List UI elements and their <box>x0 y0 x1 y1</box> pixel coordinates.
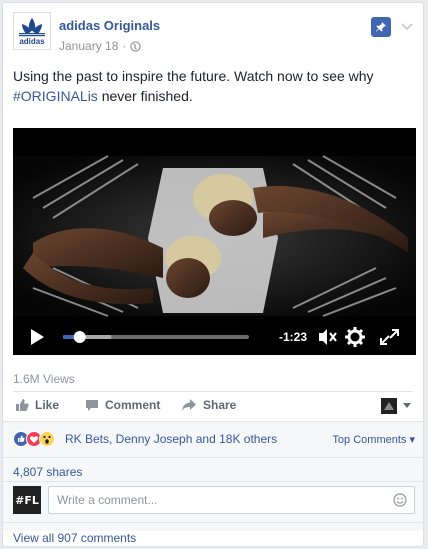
post-text-start: Using the past to inspire the future. Wa… <box>13 68 374 84</box>
reaction-icons <box>13 431 55 447</box>
top-comments-label: Top Comments <box>332 434 407 446</box>
hashtag-link[interactable]: #ORIGINALis <box>13 88 98 104</box>
comment-bubble-icon <box>86 400 98 411</box>
play-button[interactable] <box>31 329 44 345</box>
meta-separator: · <box>122 39 127 53</box>
emoji-icon[interactable] <box>393 493 407 507</box>
caret-down-icon: ▾ <box>409 434 415 446</box>
post-message: Using the past to inspire the future. Wa… <box>13 66 413 106</box>
divider <box>13 391 413 392</box>
comment-label: Comment <box>105 398 161 412</box>
shares-count[interactable]: 4,807 shares <box>13 465 82 479</box>
video-control-bar: -1:23 <box>31 327 399 347</box>
reactors-names[interactable]: RK Bets, Denny Joseph and 18K others <box>65 432 277 446</box>
posting-as-avatar <box>381 398 397 414</box>
comment-input[interactable] <box>48 486 415 514</box>
top-comments-dropdown[interactable]: Top Comments ▾ <box>332 433 415 446</box>
posting-as-selector[interactable] <box>381 398 411 414</box>
time-remaining: -1:23 <box>279 330 307 344</box>
reactions-summary[interactable]: RK Bets, Denny Joseph and 18K others <box>13 431 277 447</box>
pin-icon <box>376 22 386 32</box>
divider <box>3 481 423 482</box>
post-card: adidas adidas Originals January 18 · Usi… <box>2 2 424 547</box>
view-all-comments-link[interactable]: View all 907 comments <box>13 531 136 545</box>
page-avatar[interactable]: adidas <box>13 12 51 50</box>
seek-handle[interactable] <box>73 331 86 343</box>
post-options-button[interactable] <box>401 20 413 34</box>
speaker-muted-icon <box>319 329 337 345</box>
logo-wordmark: adidas <box>19 37 45 46</box>
expand-icon <box>380 329 399 345</box>
post-actions: Like Comment Share <box>13 398 413 418</box>
divider <box>3 457 423 458</box>
caret-down-icon <box>403 403 411 408</box>
video-player[interactable]: -1:23 <box>13 128 416 355</box>
adidas-trefoil-logo: adidas <box>19 18 45 46</box>
wow-reaction-icon <box>39 431 55 447</box>
reactions-and-comments: RK Bets, Denny Joseph and 18K others Top… <box>3 421 423 545</box>
share-button[interactable]: Share <box>181 398 236 412</box>
post-date[interactable]: January 18 <box>59 39 118 53</box>
thumbs-up-icon <box>16 399 29 411</box>
pinned-post-button[interactable] <box>371 17 391 37</box>
like-button[interactable]: Like <box>15 398 59 412</box>
play-icon <box>31 329 44 345</box>
globe-icon[interactable] <box>130 40 142 52</box>
like-label: Like <box>35 398 60 412</box>
comment-button[interactable]: Comment <box>85 398 160 412</box>
divider <box>3 522 423 523</box>
video-controls: -1:23 <box>13 319 416 355</box>
fullscreen-button[interactable] <box>380 329 399 345</box>
view-count: 1.6M Views <box>13 372 75 386</box>
mute-button[interactable] <box>319 329 337 345</box>
chevron-down-icon <box>401 23 413 31</box>
gear-icon <box>345 327 365 347</box>
post-meta: January 18 · <box>59 39 142 53</box>
settings-button[interactable] <box>345 327 365 347</box>
user-avatar[interactable]: #FL <box>13 486 41 514</box>
share-label: Share <box>203 398 237 412</box>
post-header: adidas adidas Originals January 18 · <box>13 12 413 56</box>
page-name-link[interactable]: adidas Originals <box>59 18 160 33</box>
share-arrow-icon <box>182 399 196 411</box>
post-text-end: never finished. <box>97 88 193 104</box>
comment-composer: #FL <box>13 486 415 516</box>
divider <box>3 421 423 422</box>
